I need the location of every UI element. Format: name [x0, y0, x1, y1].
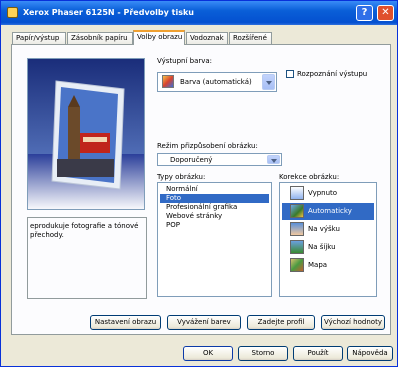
output-color-label: Výstupní barva:	[157, 57, 213, 65]
image-types-list[interactable]: Normální Foto Profesionální grafika Webo…	[157, 182, 272, 297]
list-item[interactable]: Normální	[160, 185, 269, 194]
tab-watermark[interactable]: Vodoznak	[186, 32, 228, 44]
list-item[interactable]: POP	[160, 221, 269, 230]
tab-paper-tray[interactable]: Zásobník papíru	[67, 32, 133, 44]
description-text: eprodukuje fotografie a tónové přechody.	[30, 222, 139, 239]
close-button[interactable]: ✕	[377, 5, 394, 21]
tab-advanced[interactable]: Rozšířené	[229, 32, 272, 44]
chevron-down-icon[interactable]	[262, 74, 275, 90]
help-button[interactable]: ?	[356, 5, 373, 21]
correction-item-map[interactable]: Mapa	[282, 257, 374, 274]
image-types-label: Typy obrázku:	[157, 173, 206, 181]
output-recognition-checkbox[interactable]	[286, 70, 294, 78]
list-item-selected[interactable]: Foto	[160, 194, 269, 203]
title-bar[interactable]: Xerox Phaser 6125N - Předvolby tisku ? ✕	[1, 1, 397, 25]
correction-item-portrait[interactable]: Na výšku	[282, 221, 374, 238]
output-recognition-label: Rozpoznání výstupu	[297, 70, 368, 78]
adjust-mode-label: Režim přizpůsobení obrázku:	[157, 142, 258, 150]
image-preview	[27, 58, 145, 210]
tab-paper-output[interactable]: Papír/výstup	[12, 32, 66, 44]
map-icon	[290, 258, 304, 272]
output-color-value: Barva (automatická)	[180, 78, 252, 86]
list-item[interactable]: Profesionální grafika	[160, 203, 269, 212]
output-color-select[interactable]: Barva (automatická)	[157, 72, 277, 92]
print-preferences-dialog: Xerox Phaser 6125N - Předvolby tisku ? ✕…	[0, 0, 398, 367]
auto-correction-icon	[290, 204, 304, 218]
ok-button[interactable]: OK	[183, 346, 233, 361]
correction-item-auto[interactable]: Automaticky	[282, 203, 374, 220]
window-title: Xerox Phaser 6125N - Předvolby tisku	[23, 8, 194, 17]
tab-image-options[interactable]: Volby obrazu	[133, 30, 185, 45]
color-balance-button[interactable]: Vyvážení barev	[167, 315, 241, 330]
help-dialog-button[interactable]: Nápověda	[347, 346, 393, 361]
printer-app-icon	[7, 7, 18, 18]
preview-illustration	[28, 59, 144, 209]
list-item[interactable]: Webové stránky	[160, 212, 269, 221]
enter-profile-button[interactable]: Zadejte profil	[247, 315, 315, 330]
adjust-mode-select[interactable]: Doporučený	[157, 153, 282, 166]
correction-item-landscape[interactable]: Na šíjku	[282, 239, 374, 256]
printer-color-icon	[162, 75, 174, 88]
adjust-mode-value: Doporučený	[170, 156, 213, 164]
correction-off-icon	[290, 186, 304, 200]
chevron-down-icon[interactable]	[267, 155, 280, 164]
image-correction-label: Korekce obrázku:	[279, 173, 340, 181]
defaults-button[interactable]: Výchozí hodnoty	[321, 315, 385, 330]
apply-button[interactable]: Použít	[293, 346, 343, 361]
image-settings-button[interactable]: Nastavení obrazu	[90, 315, 161, 330]
correction-item-off[interactable]: Vypnuto	[282, 185, 374, 202]
cancel-button[interactable]: Storno	[238, 346, 288, 361]
image-correction-list[interactable]: Vypnuto Automaticky Na výšku Na šíjku Ma…	[279, 182, 377, 297]
portrait-icon	[290, 222, 304, 236]
image-options-panel: Výstupní barva: Barva (automatická) Rozp…	[11, 44, 391, 335]
landscape-icon	[290, 240, 304, 254]
description-box: eprodukuje fotografie a tónové přechody.	[27, 217, 147, 299]
